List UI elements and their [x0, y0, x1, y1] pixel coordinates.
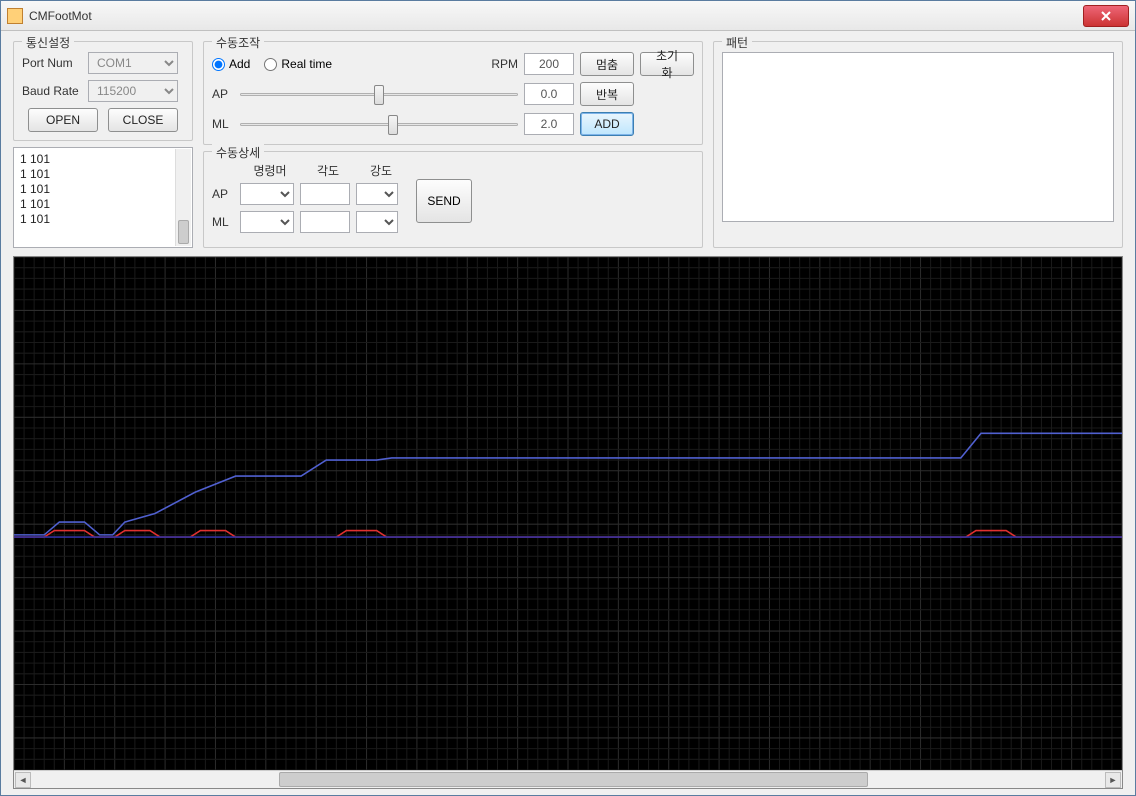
- log-item[interactable]: 1 101: [20, 152, 186, 167]
- repeat-button[interactable]: 반복: [580, 82, 634, 106]
- col-cmd: 명령머: [240, 162, 300, 179]
- close-button-comm[interactable]: CLOSE: [108, 108, 178, 132]
- detail-ml-label: ML: [212, 215, 234, 229]
- app-icon: [7, 8, 23, 24]
- rpm-input[interactable]: [524, 53, 574, 75]
- ml-value-input[interactable]: [524, 113, 574, 135]
- ap-intensity-select[interactable]: [356, 183, 398, 205]
- app-window: CMFootMot 통신설정 Port Num COM1 Baud Rate: [0, 0, 1136, 796]
- rpm-label: RPM: [491, 57, 518, 71]
- hscroll-thumb[interactable]: [279, 772, 869, 787]
- titlebar: CMFootMot: [1, 1, 1135, 31]
- mode-add-radio[interactable]: Add: [212, 57, 250, 71]
- log-item[interactable]: 1 101: [20, 182, 186, 197]
- window-title: CMFootMot: [29, 9, 1083, 23]
- add-button[interactable]: ADD: [580, 112, 634, 136]
- chart-hscroll[interactable]: ◄ ►: [14, 770, 1122, 788]
- ap-slider[interactable]: [240, 83, 518, 105]
- ml-label: ML: [212, 117, 234, 131]
- send-button[interactable]: SEND: [416, 179, 472, 223]
- pattern-group: 패턴: [713, 41, 1123, 248]
- top-row: 통신설정 Port Num COM1 Baud Rate 115200: [13, 41, 1123, 248]
- baud-select[interactable]: 115200: [88, 80, 178, 102]
- mode-realtime-input[interactable]: [264, 58, 277, 71]
- ml-intensity-select[interactable]: [356, 211, 398, 233]
- port-select[interactable]: COM1: [88, 52, 178, 74]
- close-button[interactable]: [1083, 5, 1129, 27]
- hscroll-right[interactable]: ►: [1105, 772, 1121, 788]
- mode-realtime-radio[interactable]: Real time: [264, 57, 332, 71]
- reset-button[interactable]: 초기화: [640, 52, 694, 76]
- comm-group: 통신설정 Port Num COM1 Baud Rate 115200: [13, 41, 193, 141]
- pattern-listbox[interactable]: [722, 52, 1114, 222]
- hscroll-track[interactable]: [32, 772, 1104, 787]
- ap-value-input[interactable]: [524, 83, 574, 105]
- log-item[interactable]: 1 101: [20, 197, 186, 212]
- ap-label: AP: [212, 87, 234, 101]
- col-intensity: 강도: [356, 162, 406, 179]
- open-button[interactable]: OPEN: [28, 108, 98, 132]
- pattern-legend: 패턴: [722, 34, 752, 51]
- baud-label: Baud Rate: [22, 84, 82, 98]
- ml-angle-input[interactable]: [300, 211, 350, 233]
- detail-group: 수동상세 명령머 각도 강도 AP: [203, 151, 703, 248]
- right-column: 패턴: [713, 41, 1123, 248]
- chart-canvas[interactable]: [14, 257, 1122, 770]
- log-scroll-thumb[interactable]: [178, 220, 189, 244]
- comm-legend: 통신설정: [22, 34, 74, 51]
- detail-legend: 수동상세: [212, 144, 264, 161]
- ap-cmd-select[interactable]: [240, 183, 294, 205]
- col-angle: 각도: [300, 162, 356, 179]
- log-item[interactable]: 1 101: [20, 212, 186, 227]
- ml-slider[interactable]: [240, 113, 518, 135]
- close-icon: [1100, 10, 1112, 22]
- mid-column: 수동조작 Add Real time RPM: [203, 41, 703, 248]
- left-column: 통신설정 Port Num COM1 Baud Rate 115200: [13, 41, 193, 248]
- manual-legend: 수동조작: [212, 34, 264, 51]
- ap-angle-input[interactable]: [300, 183, 350, 205]
- detail-ap-label: AP: [212, 187, 234, 201]
- ml-cmd-select[interactable]: [240, 211, 294, 233]
- content-area: 통신설정 Port Num COM1 Baud Rate 115200: [1, 31, 1135, 795]
- stop-button[interactable]: 멈춤: [580, 52, 634, 76]
- port-label: Port Num: [22, 56, 82, 70]
- log-listbox[interactable]: 1 1011 1011 1011 1011 101: [13, 147, 193, 248]
- log-item[interactable]: 1 101: [20, 167, 186, 182]
- chart-panel: ◄ ►: [13, 256, 1123, 789]
- manual-group: 수동조작 Add Real time RPM: [203, 41, 703, 145]
- log-scrollbar[interactable]: [175, 149, 191, 246]
- mode-add-input[interactable]: [212, 58, 225, 71]
- hscroll-left[interactable]: ◄: [15, 772, 31, 788]
